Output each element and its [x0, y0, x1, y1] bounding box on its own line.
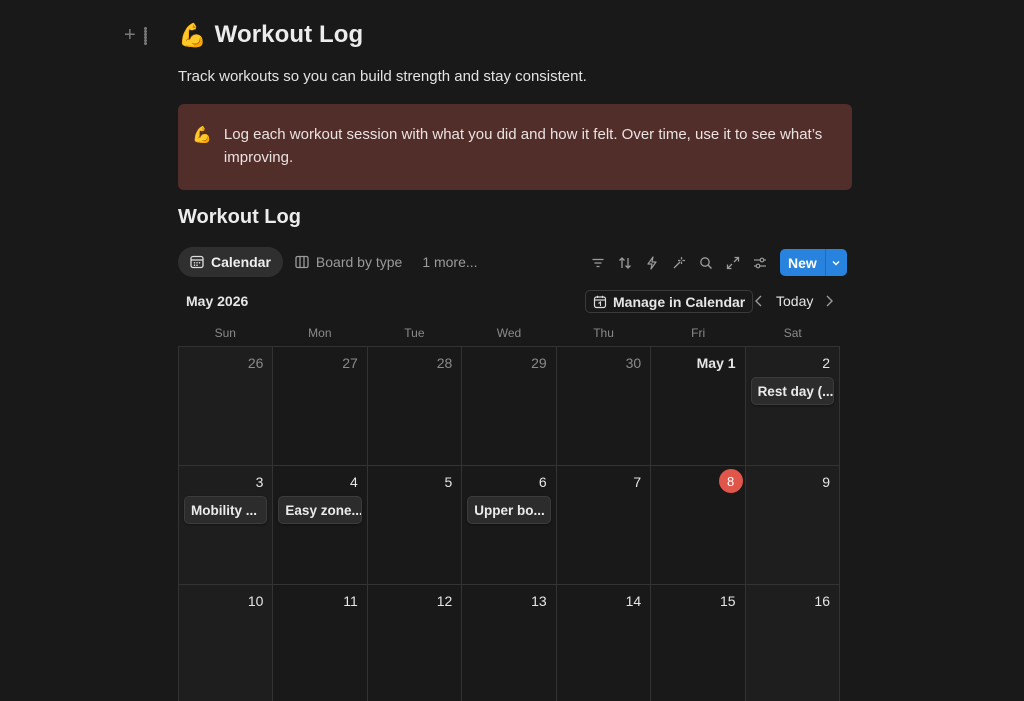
- day-number: 12: [436, 593, 453, 609]
- calendar-day-cell[interactable]: 15: [651, 585, 746, 701]
- more-views-button[interactable]: 1 more...: [414, 254, 485, 270]
- view-tabs: Calendar Board by type 1 more...: [178, 247, 486, 277]
- page-title-row: 💪 Workout Log: [178, 21, 363, 49]
- calendar-day-cell[interactable]: 10: [179, 585, 274, 701]
- weekday-label: Wed: [496, 326, 522, 340]
- weekday-label: Fri: [691, 326, 706, 340]
- calendar-day-cell[interactable]: 7: [556, 466, 652, 585]
- callout-block[interactable]: 💪 Log each workout session with what you…: [178, 104, 852, 190]
- lightning-icon[interactable]: [638, 250, 665, 276]
- calendar-app-icon: [593, 295, 607, 308]
- day-number: 30: [625, 355, 642, 371]
- manage-in-calendar-button[interactable]: Manage in Calendar: [585, 290, 754, 313]
- calendar-day-cell[interactable]: 9: [745, 466, 840, 585]
- calendar-day-cell[interactable]: 28: [367, 347, 463, 466]
- tab-calendar-label: Calendar: [211, 254, 271, 270]
- calendar-day-cell[interactable]: 16: [745, 585, 840, 701]
- calendar-day-cell[interactable]: 14: [556, 585, 652, 701]
- weekday-header: Sun Mon Tue Wed Thu Fri Sat: [178, 326, 840, 340]
- weekday-label: Sat: [783, 326, 802, 340]
- calendar-day-cell[interactable]: 12: [367, 585, 463, 701]
- day-number: 29: [531, 355, 547, 371]
- page-title[interactable]: Workout Log: [215, 21, 364, 49]
- calendar-grid: 26 27 28 29 30 May 1 2 Rest day (... 3 Mobility .…: [178, 346, 840, 701]
- manage-label: Manage in Calendar: [613, 293, 746, 310]
- day-number: 7: [633, 474, 642, 490]
- chevron-down-icon[interactable]: [824, 249, 847, 276]
- page-icon[interactable]: 💪: [178, 21, 207, 49]
- weekday-label: Tue: [404, 326, 425, 340]
- new-button[interactable]: New: [780, 249, 825, 276]
- expand-icon[interactable]: [719, 250, 746, 276]
- calendar-day-cell[interactable]: 27: [273, 347, 368, 466]
- day-number: 5: [444, 474, 453, 490]
- today-date-badge: 8: [718, 469, 743, 493]
- day-number: 10: [247, 593, 264, 609]
- calendar-icon: [190, 255, 204, 269]
- block-handle: +: [124, 25, 154, 45]
- filter-icon[interactable]: [584, 250, 611, 276]
- tab-calendar[interactable]: Calendar: [178, 247, 283, 277]
- sort-icon[interactable]: [611, 250, 638, 276]
- weekday-label: Mon: [308, 326, 332, 340]
- calendar-event-card[interactable]: Rest day (...: [750, 377, 834, 405]
- search-icon[interactable]: [692, 250, 719, 276]
- day-number: 27: [342, 355, 358, 371]
- chevron-right-icon[interactable]: [821, 293, 837, 309]
- today-button[interactable]: Today: [776, 293, 813, 309]
- calendar-event-card[interactable]: Upper bo...: [467, 496, 551, 524]
- page-description[interactable]: Track workouts so you can build strength…: [178, 68, 587, 85]
- calendar-header: May 2026 Manage in Calendar Today: [178, 290, 840, 314]
- calendar-event-card[interactable]: Mobility ...: [184, 496, 268, 524]
- board-icon: [295, 255, 309, 269]
- weekday-label: Thu: [593, 326, 614, 340]
- database-title[interactable]: Workout Log: [178, 206, 301, 229]
- calendar-day-cell[interactable]: 2 Rest day (...: [745, 347, 840, 466]
- day-number: May 1: [696, 355, 736, 371]
- day-number: 9: [822, 474, 830, 490]
- calendar-day-cell[interactable]: 8: [651, 466, 746, 585]
- settings-sliders-icon[interactable]: [746, 250, 773, 276]
- calendar-day-cell[interactable]: 6 Upper bo...: [462, 466, 557, 585]
- tab-board-label: Board by type: [315, 254, 403, 270]
- day-number: 26: [247, 355, 264, 371]
- calendar-day-cell[interactable]: May 1: [651, 347, 746, 466]
- calendar-day-cell[interactable]: 3 Mobility ...: [179, 466, 274, 585]
- database-toolbar: New: [584, 249, 847, 276]
- calendar-day-cell[interactable]: 5: [367, 466, 463, 585]
- day-number: 11: [343, 593, 358, 609]
- calendar-day-cell[interactable]: 4 Easy zone...: [273, 466, 368, 585]
- calendar-day-cell[interactable]: 30: [556, 347, 652, 466]
- callout-icon[interactable]: 💪: [192, 126, 212, 190]
- day-number: 2: [822, 355, 830, 371]
- day-number: 6: [538, 474, 547, 490]
- calendar-event-card[interactable]: Easy zone...: [278, 496, 362, 524]
- day-number: 14: [625, 593, 642, 609]
- day-number: 15: [719, 593, 736, 609]
- tab-board-by-type[interactable]: Board by type: [283, 247, 414, 277]
- day-number: 28: [436, 355, 453, 371]
- calendar-day-cell[interactable]: 29: [462, 347, 557, 466]
- day-number: 4: [350, 474, 358, 490]
- drag-handle-icon[interactable]: [143, 27, 154, 45]
- new-button-group: New: [780, 249, 847, 276]
- add-block-icon[interactable]: +: [124, 25, 136, 45]
- chevron-left-icon[interactable]: [751, 293, 767, 309]
- notion-page: + 💪 Workout Log Track workouts so you ca…: [0, 0, 1024, 701]
- day-number: 3: [255, 474, 264, 490]
- month-label: May 2026: [186, 293, 249, 309]
- sparkle-icon[interactable]: [665, 250, 692, 276]
- weekday-label: Sun: [214, 326, 236, 340]
- calendar-day-cell[interactable]: 11: [273, 585, 368, 701]
- calendar-day-cell[interactable]: 13: [462, 585, 557, 701]
- day-number: 16: [814, 593, 830, 609]
- callout-text[interactable]: Log each workout session with what you d…: [224, 123, 834, 190]
- day-number: 13: [531, 593, 547, 609]
- calendar-day-cell[interactable]: 26: [179, 347, 274, 466]
